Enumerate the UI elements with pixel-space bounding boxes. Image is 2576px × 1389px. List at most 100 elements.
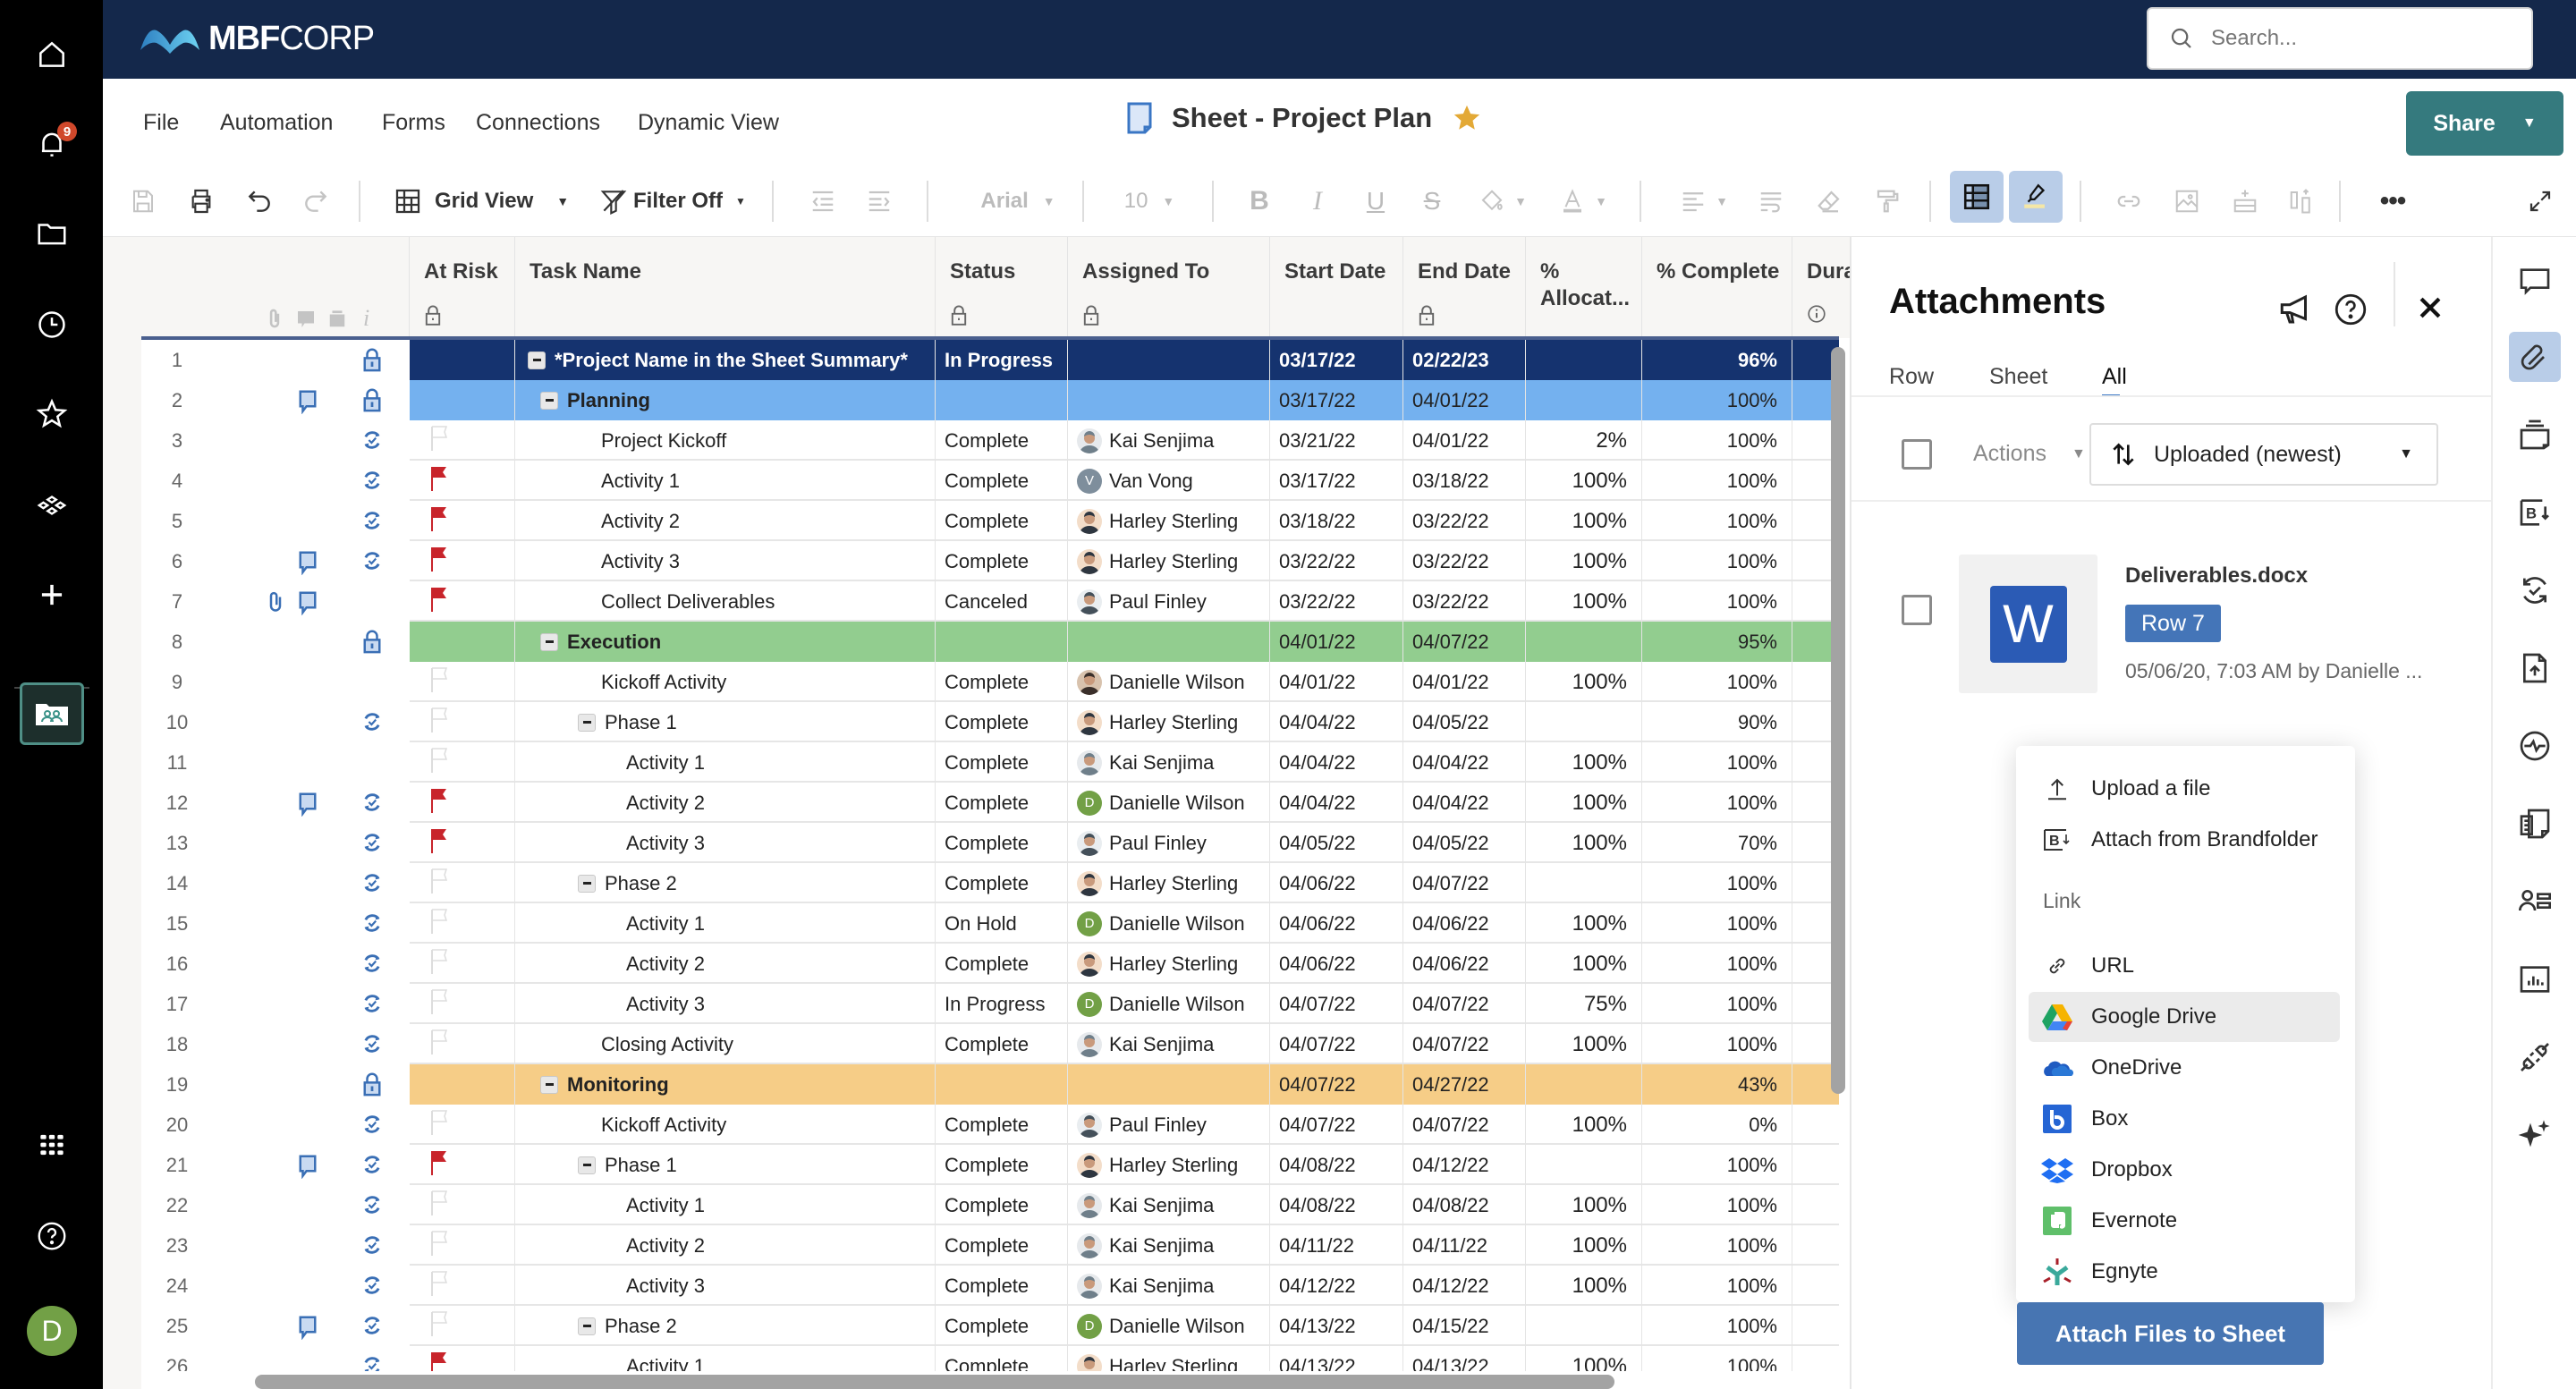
cell-atrisk[interactable] [410,461,515,501]
collapse-toggle[interactable] [528,351,546,369]
menu-dynamic-view[interactable]: Dynamic View [638,110,779,136]
cell-task[interactable]: Activity 3 [515,1266,936,1306]
row-header[interactable]: 14 [141,863,410,903]
cell-status[interactable]: In Progress [936,984,1068,1024]
cell-task[interactable]: Phase 2 [515,1306,936,1346]
row-header[interactable]: 3 [141,420,410,461]
filter-dropdown[interactable]: Filter Off ▼ [599,185,751,217]
cell-task[interactable]: Monitoring [515,1064,936,1105]
cell-complete[interactable]: 96% [1642,340,1792,380]
cell-alloc[interactable]: 100% [1526,783,1642,823]
underline-icon[interactable]: U [1360,185,1392,217]
share-button[interactable]: Share ▼ [2406,91,2563,156]
at-risk-flag-empty-icon[interactable] [429,1310,449,1342]
user-avatar[interactable]: D [27,1306,77,1356]
cell-task[interactable]: Activity 1 [515,461,936,501]
cell-end[interactable]: 04/06/22 [1403,903,1526,944]
cell-status[interactable]: Canceled [936,581,1068,622]
comment-icon[interactable] [298,590,318,616]
cell-atrisk[interactable] [410,823,515,863]
cell-task[interactable]: Collect Deliverables [515,581,936,622]
table-row[interactable]: 11 Activity 1 Complete Kai Senjima 04/04/22 0… [141,742,1839,783]
menu-forms[interactable]: Forms [382,110,445,136]
attachments-panel-icon[interactable] [2509,332,2561,382]
cell-complete[interactable]: 100% [1642,1024,1792,1064]
comment-icon[interactable] [298,1315,318,1341]
brand-logo[interactable]: MBFCORP [139,20,375,58]
at-risk-flag-empty-icon[interactable] [429,1230,449,1262]
cell-assigned[interactable]: Harley Sterling [1068,501,1270,541]
update-request-icon[interactable] [361,953,383,976]
cell-status[interactable]: Complete [936,702,1068,742]
cell-start[interactable]: 04/01/22 [1270,662,1403,702]
update-request-icon[interactable] [361,1275,383,1298]
update-request-icon[interactable] [361,1234,383,1258]
cell-status[interactable]: In Progress [936,340,1068,380]
connectors-plug-icon[interactable] [2509,1032,2561,1082]
cell-status[interactable]: Complete [936,662,1068,702]
at-risk-flag-icon[interactable] [429,827,449,860]
tab-row[interactable]: Row [1889,364,1934,390]
favorite-star-icon[interactable] [1452,103,1482,133]
row-header[interactable]: 12 [141,783,410,823]
cell-alloc[interactable]: 100% [1526,1225,1642,1266]
resource-management-icon[interactable] [2509,877,2561,927]
print-icon[interactable] [183,185,219,217]
table-row[interactable]: 22 Activity 1 Complete Kai Senjima 04/08/22 0… [141,1185,1839,1225]
cell-start[interactable]: 04/04/22 [1270,702,1403,742]
cell-complete[interactable]: 100% [1642,1266,1792,1306]
cell-start[interactable]: 03/17/22 [1270,380,1403,420]
column-header-at-risk[interactable]: At Risk [410,237,515,338]
cell-end[interactable]: 04/06/22 [1403,944,1526,984]
reports-chart-icon[interactable] [2509,954,2561,1004]
cell-status[interactable]: Complete [936,1306,1068,1346]
at-risk-flag-empty-icon[interactable] [429,707,449,739]
cell-dura[interactable] [1792,1266,1839,1306]
at-risk-flag-empty-icon[interactable] [429,1190,449,1222]
cell-dura[interactable] [1792,1306,1839,1346]
at-risk-flag-icon[interactable] [429,465,449,497]
cell-end[interactable]: 04/27/22 [1403,1064,1526,1105]
summary-icon[interactable] [2509,799,2561,849]
tab-sheet[interactable]: Sheet [1989,364,2047,390]
row-header[interactable]: 1 [141,340,410,380]
cell-atrisk[interactable] [410,984,515,1024]
update-request-icon[interactable] [361,1194,383,1217]
sheet-title[interactable]: Sheet - Project Plan [1172,102,1432,134]
cell-complete[interactable]: 95% [1642,622,1792,662]
cell-start[interactable]: 04/08/22 [1270,1185,1403,1225]
column-header-duration[interactable]: Dura [1792,237,1850,338]
cell-start[interactable]: 03/18/22 [1270,501,1403,541]
attachment-thumbnail[interactable]: W [1959,555,2097,693]
cell-complete[interactable]: 100% [1642,742,1792,783]
cell-status[interactable]: Complete [936,461,1068,501]
cell-end[interactable]: 04/01/22 [1403,380,1526,420]
attachment-icon[interactable] [267,590,284,614]
create-plus-icon[interactable] [0,563,103,626]
menu-file[interactable]: File [143,110,179,136]
table-row[interactable]: 18 Closing Activity Complete Kai Senjima 04/… [141,1024,1839,1064]
cell-complete[interactable]: 100% [1642,541,1792,581]
cell-atrisk[interactable] [410,420,515,461]
cell-status[interactable]: Complete [936,1105,1068,1145]
update-requests-icon[interactable] [2509,565,2561,615]
update-request-icon[interactable] [361,711,383,734]
cell-assigned[interactable]: Kai Senjima [1068,420,1270,461]
table-row[interactable]: 5 Activity 2 Complete Harley Sterling 03/18/… [141,501,1839,541]
update-request-icon[interactable] [361,832,383,855]
table-row[interactable]: 21 Phase 1 Complete Harley Sterling 04/08/22… [141,1145,1839,1185]
table-row[interactable]: 12 Activity 2 Complete D Danielle Wilson 04/0… [141,783,1839,823]
table-row[interactable]: 9 Kickoff Activity Complete Danielle Wilson… [141,662,1839,702]
table-row[interactable]: 3 Project Kickoff Complete Kai Senjima 03/21… [141,420,1839,461]
cell-dura[interactable] [1792,1105,1839,1145]
fill-color-dropdown[interactable]: ▼ [1471,185,1534,217]
announcement-megaphone-icon[interactable] [2277,291,2315,328]
cell-start[interactable]: 04/07/22 [1270,1064,1403,1105]
cell-assigned[interactable]: Harley Sterling [1068,944,1270,984]
cell-start[interactable]: 04/12/22 [1270,1266,1403,1306]
brandfolder-panel-icon[interactable]: B [2509,487,2561,538]
cell-atrisk[interactable] [410,863,515,903]
cell-alloc[interactable] [1526,1145,1642,1185]
update-request-icon[interactable] [361,1315,383,1338]
comment-icon[interactable] [298,389,318,415]
